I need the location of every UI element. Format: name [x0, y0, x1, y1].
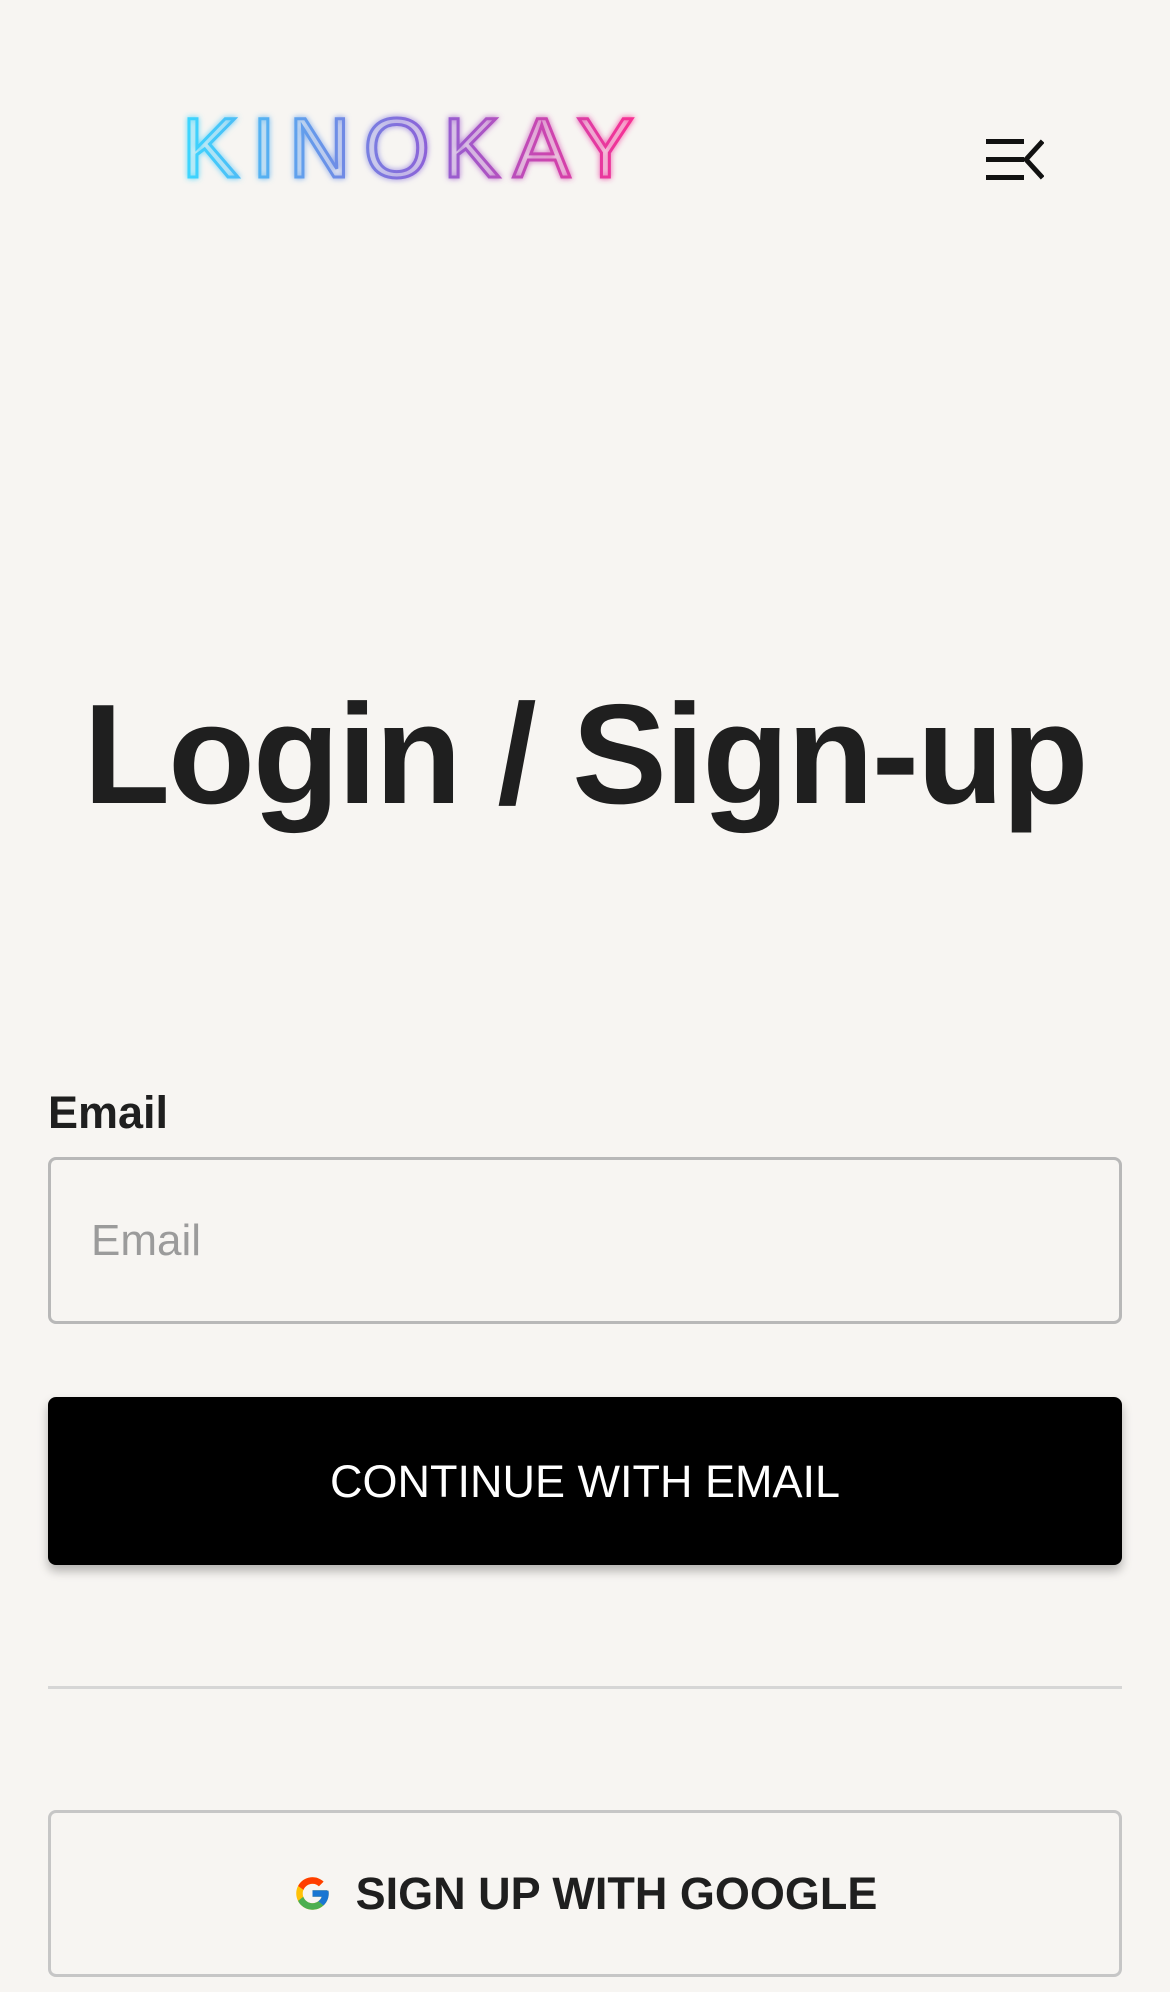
sign-up-with-google-label: SIGN UP WITH GOOGLE: [355, 1868, 878, 1919]
menu-collapse-icon: [986, 139, 1044, 180]
site-header: KINOKAY: [0, 0, 1170, 300]
login-signup-section: Login / Sign-up: [48, 670, 1122, 840]
brand-name: KINOKAY: [182, 101, 647, 195]
email-input[interactable]: [48, 1157, 1122, 1324]
menu-button[interactable]: [980, 125, 1050, 195]
form-divider: [48, 1686, 1122, 1689]
page-title: Login / Sign-up: [83, 675, 1088, 834]
google-icon: [293, 1874, 332, 1913]
kinokay-logo: KINOKAY: [182, 100, 647, 197]
sign-up-with-google-button[interactable]: SIGN UP WITH GOOGLE: [48, 1810, 1122, 1977]
continue-with-email-label: CONTINUE WITH EMAIL: [329, 1455, 840, 1507]
email-label: Email: [48, 1087, 169, 1138]
email-login-form: Email CONTINUE WITH EMAIL SIGN UP WITH G…: [48, 1085, 1122, 1977]
continue-with-email-button[interactable]: CONTINUE WITH EMAIL: [48, 1397, 1122, 1565]
